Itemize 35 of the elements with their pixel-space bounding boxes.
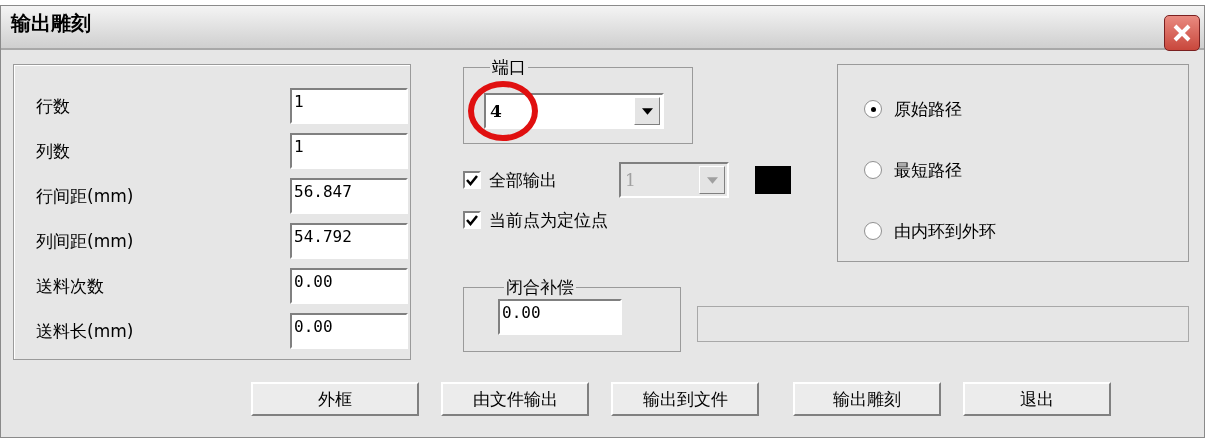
field-label: 行间距(mm) — [36, 184, 134, 208]
checkbox[interactable] — [463, 211, 481, 229]
dialog-button[interactable]: 输出到文件 — [611, 382, 759, 416]
radio-label: 原始路径 — [894, 97, 962, 121]
radio-button[interactable] — [864, 161, 882, 179]
group-label: 闭合补偿 — [505, 276, 575, 299]
port-dropdown[interactable]: 4 — [484, 93, 664, 129]
window-title: 输出雕刻 — [11, 10, 91, 37]
field-label: 送料长(mm) — [36, 319, 134, 343]
checkbox-label: 全部输出 — [489, 168, 557, 192]
close-icon — [1171, 22, 1193, 44]
dialog-button[interactable]: 输出雕刻 — [793, 382, 941, 416]
radio-button[interactable] — [864, 222, 882, 240]
group-label: 端口 — [491, 56, 527, 79]
field-label: 列数 — [36, 139, 70, 163]
radio-label: 最短路径 — [894, 158, 962, 182]
input-field[interactable]: 56.847 — [290, 178, 408, 214]
input-field[interactable]: 1 — [290, 88, 408, 124]
checkbox[interactable] — [463, 171, 481, 189]
dialog-button[interactable]: 由文件输出 — [441, 382, 589, 416]
radio-label: 由内环到外环 — [894, 219, 996, 243]
input-field[interactable]: 1 — [290, 133, 408, 169]
dialog-button[interactable]: 外框 — [251, 382, 419, 416]
input-field[interactable]: 0.00 — [290, 313, 408, 349]
color-swatch[interactable] — [755, 166, 791, 194]
input-field[interactable]: 0.00 — [498, 299, 622, 335]
input-field[interactable]: 0.00 — [290, 268, 408, 304]
checkbox-label: 当前点为定位点 — [489, 208, 608, 232]
dialog-button[interactable]: 退出 — [963, 382, 1111, 416]
field-label: 行数 — [36, 94, 70, 118]
radio-button[interactable] — [864, 100, 882, 118]
input-field[interactable]: 54.792 — [290, 223, 408, 259]
close-button[interactable] — [1164, 15, 1200, 51]
field-label: 列间距(mm) — [36, 229, 134, 253]
field-label: 送料次数 — [36, 274, 104, 298]
